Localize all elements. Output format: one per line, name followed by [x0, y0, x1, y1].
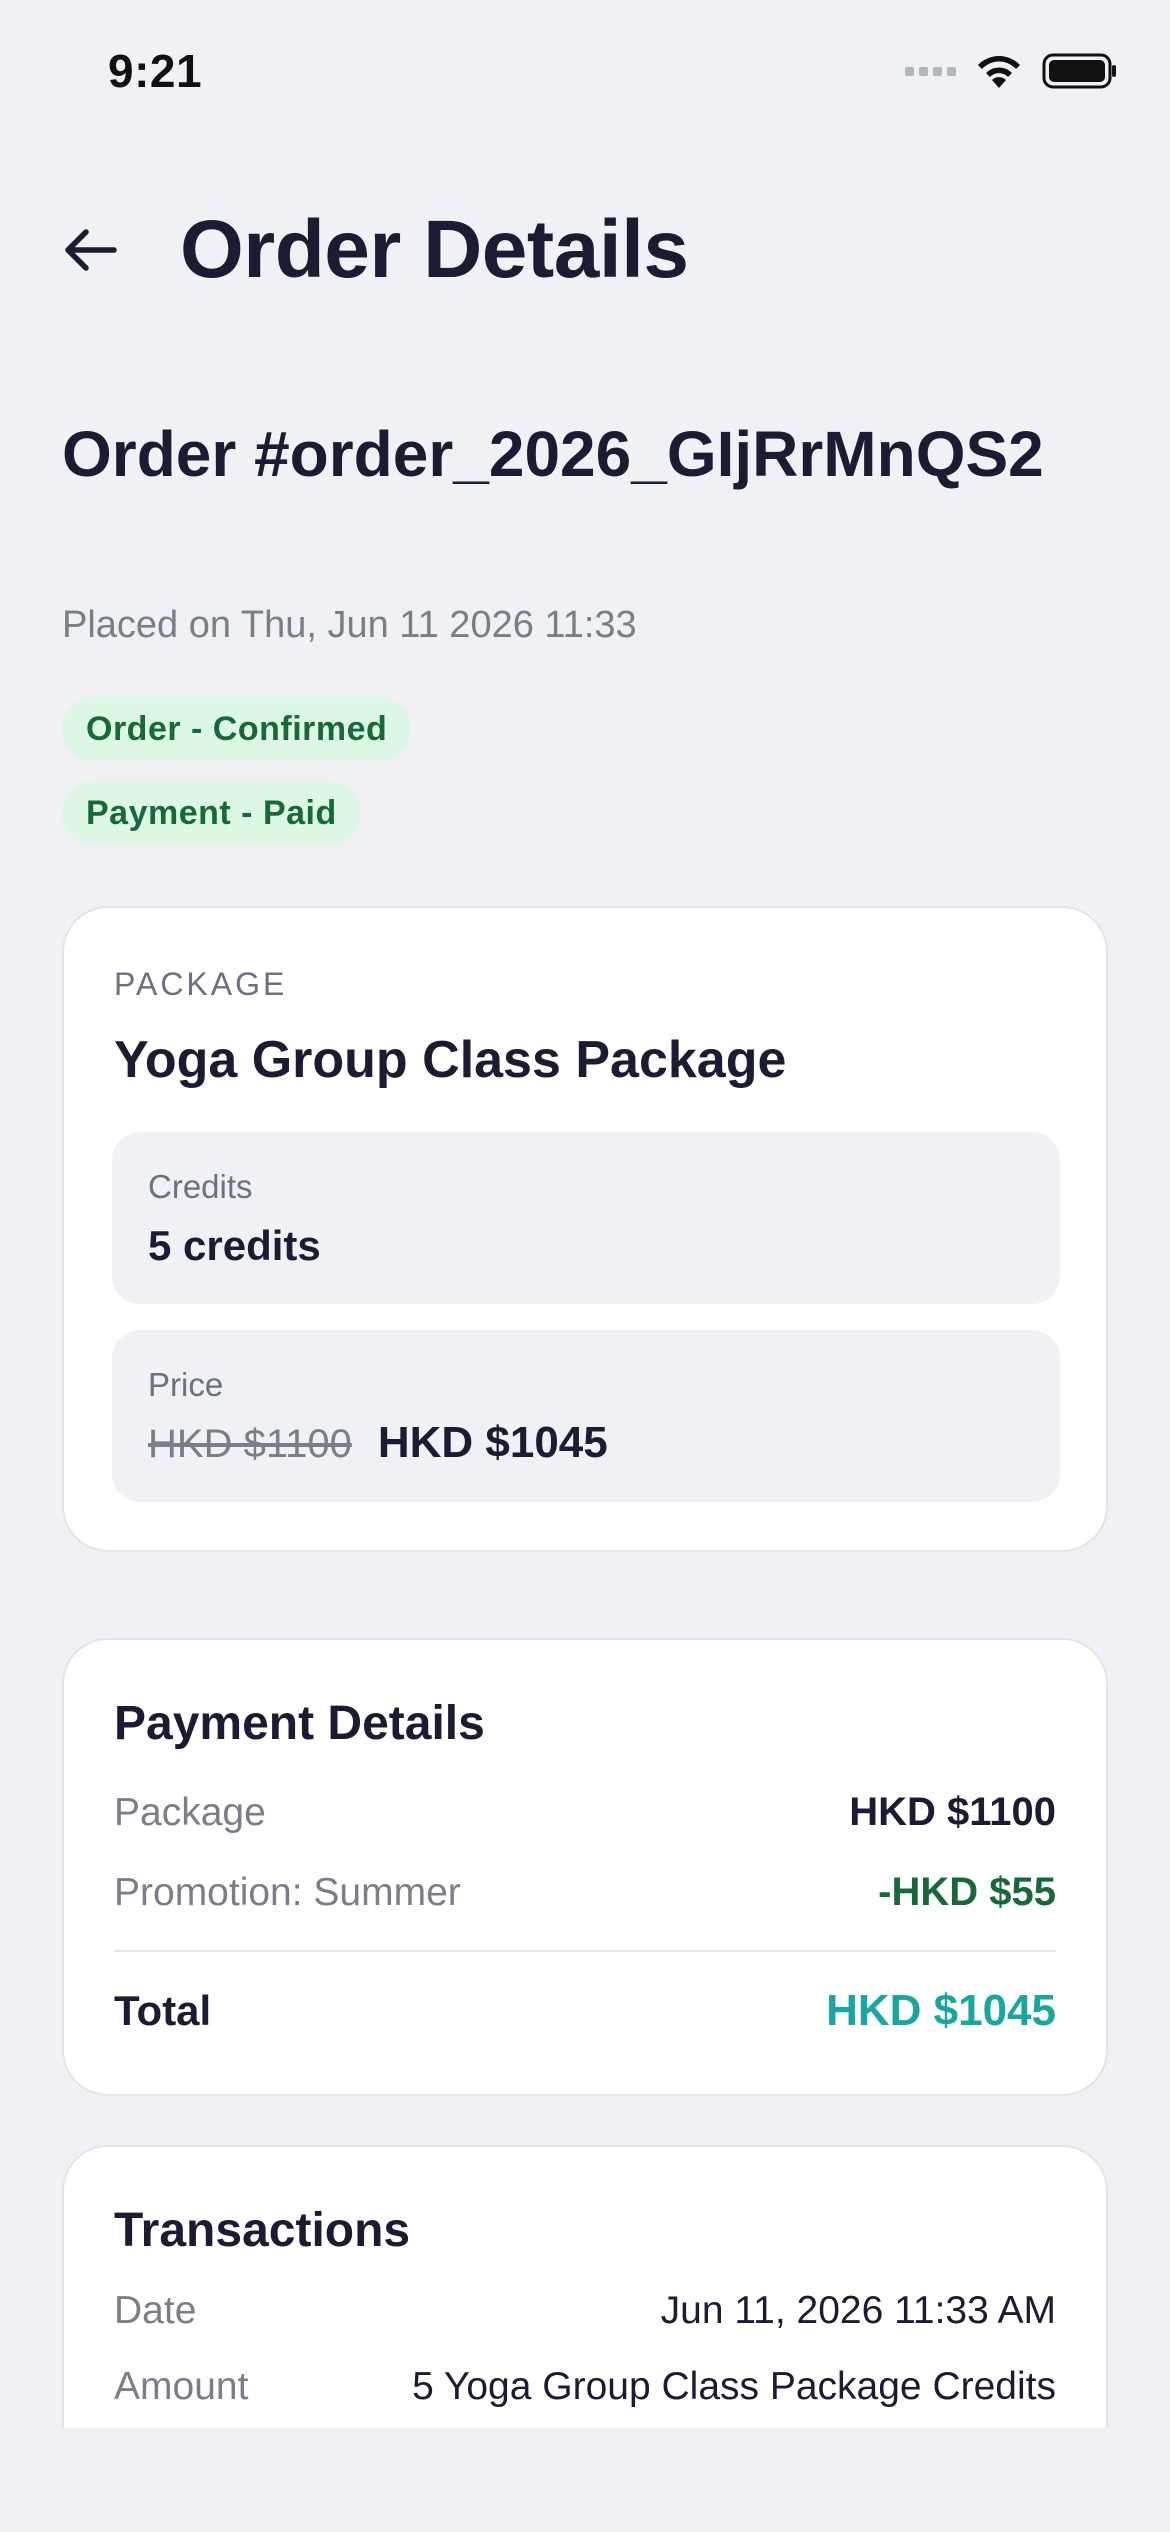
- transactions-title: Transactions: [114, 2204, 411, 2257]
- battery-icon: [1042, 53, 1116, 89]
- credits-box: Credits 5 credits: [112, 1132, 1060, 1304]
- price-row: HKD $1100 HKD $1045: [148, 1418, 608, 1468]
- status-bar: 9:21: [0, 0, 1170, 150]
- header: Order Details: [62, 200, 1108, 300]
- cellular-signal-icon: [905, 66, 956, 76]
- wifi-icon: [978, 56, 1020, 88]
- placed-on-date: Placed on Thu, Jun 11 2026 11:33: [62, 604, 637, 646]
- transaction-date-value: Jun 11, 2026 11:33 AM: [660, 2289, 1056, 2332]
- order-heading: Order #order_2026_GIjRrMnQS2: [62, 418, 1044, 490]
- order-status-badge: Order - Confirmed: [62, 697, 412, 761]
- payment-total-row: Total HKD $1045: [114, 1986, 1056, 2036]
- credits-value: 5 credits: [148, 1222, 321, 1269]
- transaction-amount-label: Amount: [114, 2365, 249, 2408]
- transaction-amount-value: 5 Yoga Group Class Package Credits: [412, 2365, 1056, 2408]
- payment-package-row: Package HKD $1100: [114, 1790, 1056, 1835]
- transaction-date-row: Date Jun 11, 2026 11:33 AM: [114, 2289, 1056, 2333]
- arrow-left-icon: [65, 229, 117, 271]
- payment-package-label: Package: [114, 1791, 266, 1834]
- payment-package-value: HKD $1100: [849, 1790, 1056, 1834]
- price-label: Price: [148, 1366, 224, 1403]
- payment-divider: [114, 1950, 1056, 1952]
- price-box: Price HKD $1100 HKD $1045: [112, 1330, 1060, 1502]
- payment-details-title: Payment Details: [114, 1697, 485, 1750]
- payment-total-label: Total: [114, 1987, 212, 2034]
- transaction-date-label: Date: [114, 2289, 197, 2332]
- package-name: Yoga Group Class Package: [114, 1031, 787, 1089]
- page-title: Order Details: [180, 204, 689, 295]
- price-original: HKD $1100: [148, 1422, 352, 1466]
- package-card: PACKAGE Yoga Group Class Package Credits…: [62, 906, 1108, 1552]
- credits-label: Credits: [148, 1168, 253, 1205]
- payment-promotion-label: Promotion: Summer: [114, 1871, 461, 1914]
- transaction-amount-row: Amount 5 Yoga Group Class Package Credit…: [114, 2365, 1056, 2409]
- package-eyebrow: PACKAGE: [114, 966, 288, 1002]
- payment-promotion-row: Promotion: Summer -HKD $55: [114, 1870, 1056, 1915]
- price-final: HKD $1045: [377, 1418, 608, 1467]
- payment-details-card: Payment Details Package HKD $1100 Promot…: [62, 1638, 1108, 2096]
- payment-total-value: HKD $1045: [826, 1986, 1056, 2035]
- status-icons: [905, 52, 1118, 90]
- payment-promotion-value: -HKD $55: [878, 1870, 1056, 1914]
- status-time: 9:21: [108, 45, 203, 97]
- back-button[interactable]: [62, 215, 132, 285]
- order-details-screen: 9:21 Order Details Order #order_2026_GIj…: [0, 0, 1170, 2532]
- payment-status-badge: Payment - Paid: [62, 781, 361, 845]
- bottom-safe-area: [0, 2428, 1170, 2532]
